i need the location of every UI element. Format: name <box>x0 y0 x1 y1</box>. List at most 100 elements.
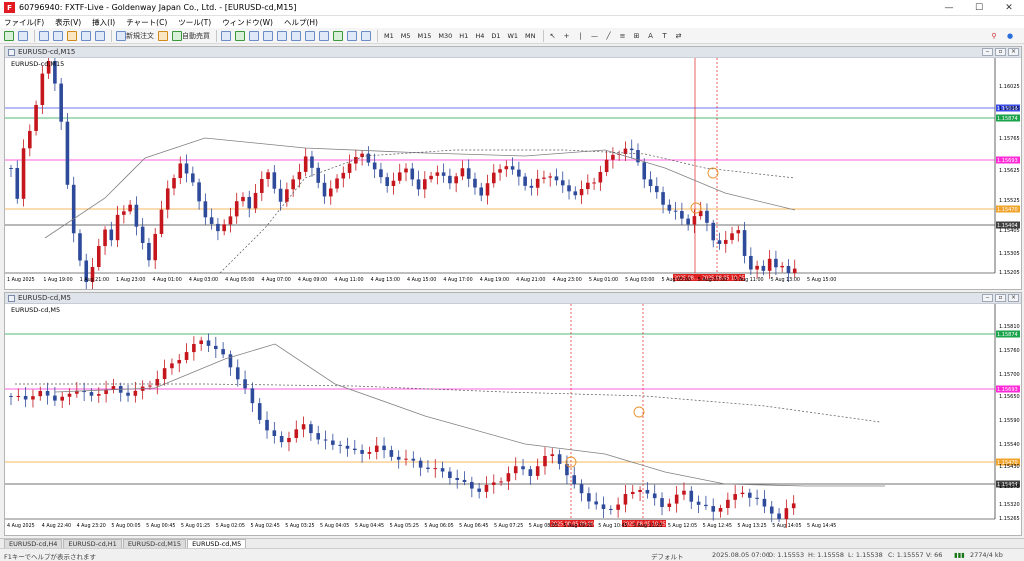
candle-body <box>347 163 352 173</box>
timeframe-m30[interactable]: M30 <box>435 32 455 40</box>
new-chart-button[interactable] <box>3 30 15 42</box>
candle-body <box>485 183 490 196</box>
timeframe-h4[interactable]: H4 <box>472 32 487 40</box>
timeframe-d1[interactable]: D1 <box>488 32 503 40</box>
timeframe-mn[interactable]: MN <box>522 32 538 40</box>
chart-minimize-button[interactable]: ‒ <box>982 294 993 302</box>
periods-button[interactable] <box>346 30 358 42</box>
timeframe-m1[interactable]: M1 <box>381 32 397 40</box>
crosshair-tool-button[interactable]: + <box>561 30 573 42</box>
zoom-in-button[interactable] <box>262 30 274 42</box>
status-profile[interactable]: デフォルト <box>651 551 684 561</box>
timeframe-m15[interactable]: M15 <box>415 32 435 40</box>
chart-close-button[interactable]: × <box>1008 48 1019 56</box>
timeframe-h1[interactable]: H1 <box>456 32 471 40</box>
fibonacci-tool-button[interactable]: ⊞ <box>631 30 643 42</box>
vertical-line-tool-button[interactable]: | <box>575 30 587 42</box>
zoom-out-button[interactable] <box>276 30 288 42</box>
auto-trading-button[interactable]: 自動売買 <box>171 30 211 42</box>
candle-body <box>592 182 596 184</box>
tab-eurusd-m5[interactable]: EURUSD-cd,M5 <box>187 539 247 548</box>
new-order-button[interactable]: 新規注文 <box>115 30 155 42</box>
time-axis-label: 5 Aug 13:00 <box>771 277 800 283</box>
candle-body <box>629 148 634 151</box>
bar-chart-button[interactable] <box>220 30 232 42</box>
maximize-button[interactable]: ☐ <box>964 0 994 16</box>
channel-tool-button[interactable]: ≡ <box>617 30 629 42</box>
label-tool-button[interactable]: T <box>659 30 671 42</box>
horizontal-line-tool-button[interactable]: — <box>589 30 601 42</box>
candlestick-button[interactable] <box>234 30 246 42</box>
chart-maximize-button[interactable]: ▫ <box>995 294 1006 302</box>
candle-body <box>573 191 578 196</box>
tile-windows-button[interactable] <box>290 30 302 42</box>
price-chart-m15[interactable]: 1.159181.158741.156931.154701.154041.160… <box>5 52 1021 291</box>
menu-help[interactable]: ヘルプ(H) <box>284 17 318 28</box>
candle-body <box>542 177 546 179</box>
menu-window[interactable]: ウィンドウ(W) <box>222 17 273 28</box>
candle-body <box>594 501 598 505</box>
indicators-button[interactable] <box>332 30 344 42</box>
menu-insert[interactable]: 挿入(I) <box>92 17 115 28</box>
time-axis-label: 4 Aug 17:00 <box>443 277 472 283</box>
navigator-button[interactable] <box>66 30 78 42</box>
strategy-tester-button[interactable] <box>94 30 106 42</box>
chart-close-button[interactable]: × <box>1008 294 1019 302</box>
community-button[interactable]: ● <box>1004 30 1016 42</box>
line-chart-button[interactable] <box>248 30 260 42</box>
candle-body <box>243 379 247 389</box>
market-watch-button[interactable] <box>38 30 50 42</box>
chart-canvas[interactable]: 1.15874 1.15693 1.15470 1.15404 1.15810 1.157… <box>5 304 1021 535</box>
fibonacci-icon: ⊞ <box>633 31 640 40</box>
candle-body <box>498 169 502 173</box>
metaeditor-button[interactable] <box>157 30 169 42</box>
profiles-icon <box>18 30 28 41</box>
menu-tools[interactable]: ツール(T) <box>178 17 211 28</box>
profiles-button[interactable] <box>17 30 29 42</box>
toolbar-divider <box>542 29 544 42</box>
cursor-tool-button[interactable]: ↖ <box>547 30 559 42</box>
timeframe-w1[interactable]: W1 <box>504 32 521 40</box>
candle-body <box>265 419 269 431</box>
arrows-icon: ⇄ <box>675 31 682 40</box>
candle-body <box>740 492 745 495</box>
time-axis-label: 4 Aug 05:00 <box>225 277 254 283</box>
time-axis-label: 4 Aug 15:00 <box>407 277 436 283</box>
strategy-tester-icon <box>95 30 105 41</box>
candle-body <box>285 189 289 202</box>
templates-button[interactable] <box>360 30 372 42</box>
menu-file[interactable]: ファイル(F) <box>4 17 44 28</box>
arrows-tool-button[interactable]: ⇄ <box>673 30 685 42</box>
candle-body <box>510 166 515 170</box>
candle-body <box>791 503 796 509</box>
minimize-button[interactable]: — <box>934 0 964 16</box>
terminal-button[interactable] <box>80 30 92 42</box>
tab-eurusd-h4[interactable]: EURUSD-cd,H4 <box>4 539 63 548</box>
timeframe-m5[interactable]: M5 <box>398 32 414 40</box>
chart-shift-button[interactable] <box>318 30 330 42</box>
close-button[interactable]: ✕ <box>994 0 1024 16</box>
chart-window-title: EURUSD-cd,M5 <box>18 294 71 302</box>
chart-maximize-button[interactable]: ▫ <box>995 48 1006 56</box>
price-chart-m5[interactable]: 1.158741.156931.154701.154041.158101.157… <box>5 304 1021 535</box>
candle-body <box>216 223 220 232</box>
trendline-tool-button[interactable]: ╱ <box>603 30 615 42</box>
search-button[interactable]: ⚲ <box>988 30 1000 42</box>
indicators-icon <box>333 30 343 41</box>
data-window-button[interactable] <box>52 30 64 42</box>
candle-body <box>303 156 308 172</box>
menu-charts[interactable]: チャート(C) <box>126 17 167 28</box>
candle-body <box>391 180 396 186</box>
candle-body <box>473 178 477 188</box>
candle-body <box>429 175 433 180</box>
menu-view[interactable]: 表示(V) <box>55 17 81 28</box>
autoscroll-button[interactable] <box>304 30 316 42</box>
chart-canvas[interactable]: 1.15918 1.15874 1.15693 1.15470 1.15404 1.160… <box>5 52 1021 291</box>
candle-body <box>360 450 364 454</box>
candle-body <box>294 429 299 438</box>
chart-minimize-button[interactable]: ‒ <box>982 48 993 56</box>
text-tool-button[interactable]: A <box>645 30 657 42</box>
tab-eurusd-m15[interactable]: EURUSD-cd,M15 <box>122 539 187 548</box>
candle-body <box>711 506 716 512</box>
tab-eurusd-h1[interactable]: EURUSD-cd,H1 <box>63 539 122 548</box>
